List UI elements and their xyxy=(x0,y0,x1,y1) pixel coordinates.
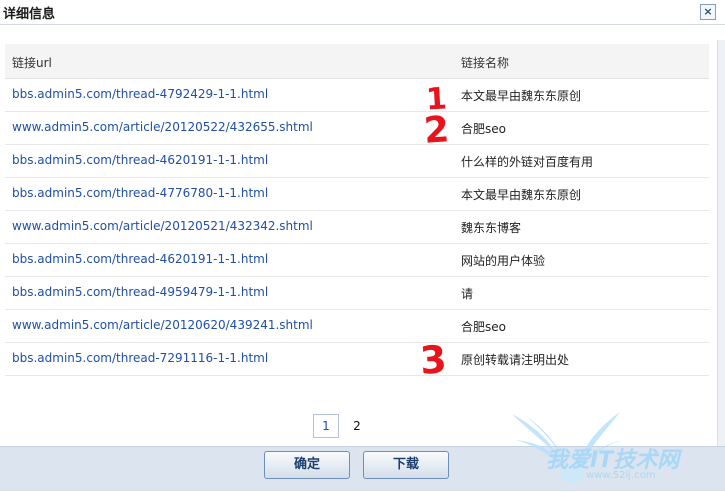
confirm-button[interactable]: 确定 xyxy=(264,451,350,479)
link-name: 合肥seo xyxy=(461,122,506,136)
link-url[interactable]: bbs.admin5.com/thread-4959479-1-1.html xyxy=(12,285,268,299)
table-row: bbs.admin5.com/thread-4792429-1-1.html 本… xyxy=(5,78,709,112)
link-url[interactable]: www.admin5.com/article/20120521/432342.s… xyxy=(12,219,313,233)
link-name: 本文最早由魏东东原创 xyxy=(461,89,582,103)
link-url[interactable]: bbs.admin5.com/thread-7291116-1-1.html xyxy=(12,351,268,365)
link-url[interactable]: bbs.admin5.com/thread-4776780-1-1.html xyxy=(12,186,268,200)
table-header: 链接url 链接名称 xyxy=(5,44,709,79)
page-1-button[interactable]: 1 xyxy=(313,414,339,438)
dialog-titlebar: 详细信息 × xyxy=(0,0,725,25)
table-row: bbs.admin5.com/thread-4620191-1-1.html 网… xyxy=(5,243,709,277)
links-table: 链接url 链接名称 bbs.admin5.com/thread-4792429… xyxy=(5,40,717,387)
close-icon: × xyxy=(703,5,713,18)
vertical-scrollbar[interactable] xyxy=(717,40,725,446)
annotation-number-2: 2 xyxy=(422,109,451,152)
annotation-number-3: 3 xyxy=(418,337,448,383)
link-name: 本文最早由魏东东原创 xyxy=(461,188,582,202)
watermark-url: www.52ij.com xyxy=(586,470,656,481)
watermark: 我爱IT技术网 www.52ij.com xyxy=(508,412,722,488)
link-url[interactable]: bbs.admin5.com/thread-4620191-1-1.html xyxy=(12,153,268,167)
link-name: 魏东东博客 xyxy=(461,221,522,235)
table-row: www.admin5.com/article/20120522/432655.s… xyxy=(5,111,709,145)
table-row: www.admin5.com/article/20120620/439241.s… xyxy=(5,309,709,343)
detail-dialog: 详细信息 × 链接url 链接名称 bbs.admin5.com/thread-… xyxy=(0,0,725,491)
close-button[interactable]: × xyxy=(700,4,716,20)
link-url[interactable]: www.admin5.com/article/20120522/432655.s… xyxy=(12,120,313,134)
table-row: bbs.admin5.com/thread-4959479-1-1.html 请 xyxy=(5,276,709,310)
dialog-title: 详细信息 xyxy=(3,7,56,22)
link-name: 原创转载请注明出处 xyxy=(461,353,570,367)
link-name: 合肥seo xyxy=(461,320,506,334)
column-header-url: 链接url xyxy=(12,56,52,70)
table-row: bbs.admin5.com/thread-7291116-1-1.html 原… xyxy=(5,342,709,376)
table-row: www.admin5.com/article/20120521/432342.s… xyxy=(5,210,709,244)
link-name: 请 xyxy=(461,287,474,301)
page-2-button[interactable]: 2 xyxy=(345,415,369,437)
link-name: 什么样的外链对百度有用 xyxy=(461,155,594,169)
link-name: 网站的用户体验 xyxy=(461,254,546,268)
table-row: bbs.admin5.com/thread-4620191-1-1.html 什… xyxy=(5,144,709,178)
download-button[interactable]: 下载 xyxy=(363,451,449,479)
column-header-name: 链接名称 xyxy=(461,56,510,70)
table-row: bbs.admin5.com/thread-4776780-1-1.html 本… xyxy=(5,177,709,211)
link-url[interactable]: www.admin5.com/article/20120620/439241.s… xyxy=(12,318,313,332)
link-url[interactable]: bbs.admin5.com/thread-4620191-1-1.html xyxy=(12,252,268,266)
link-url[interactable]: bbs.admin5.com/thread-4792429-1-1.html xyxy=(12,87,268,101)
